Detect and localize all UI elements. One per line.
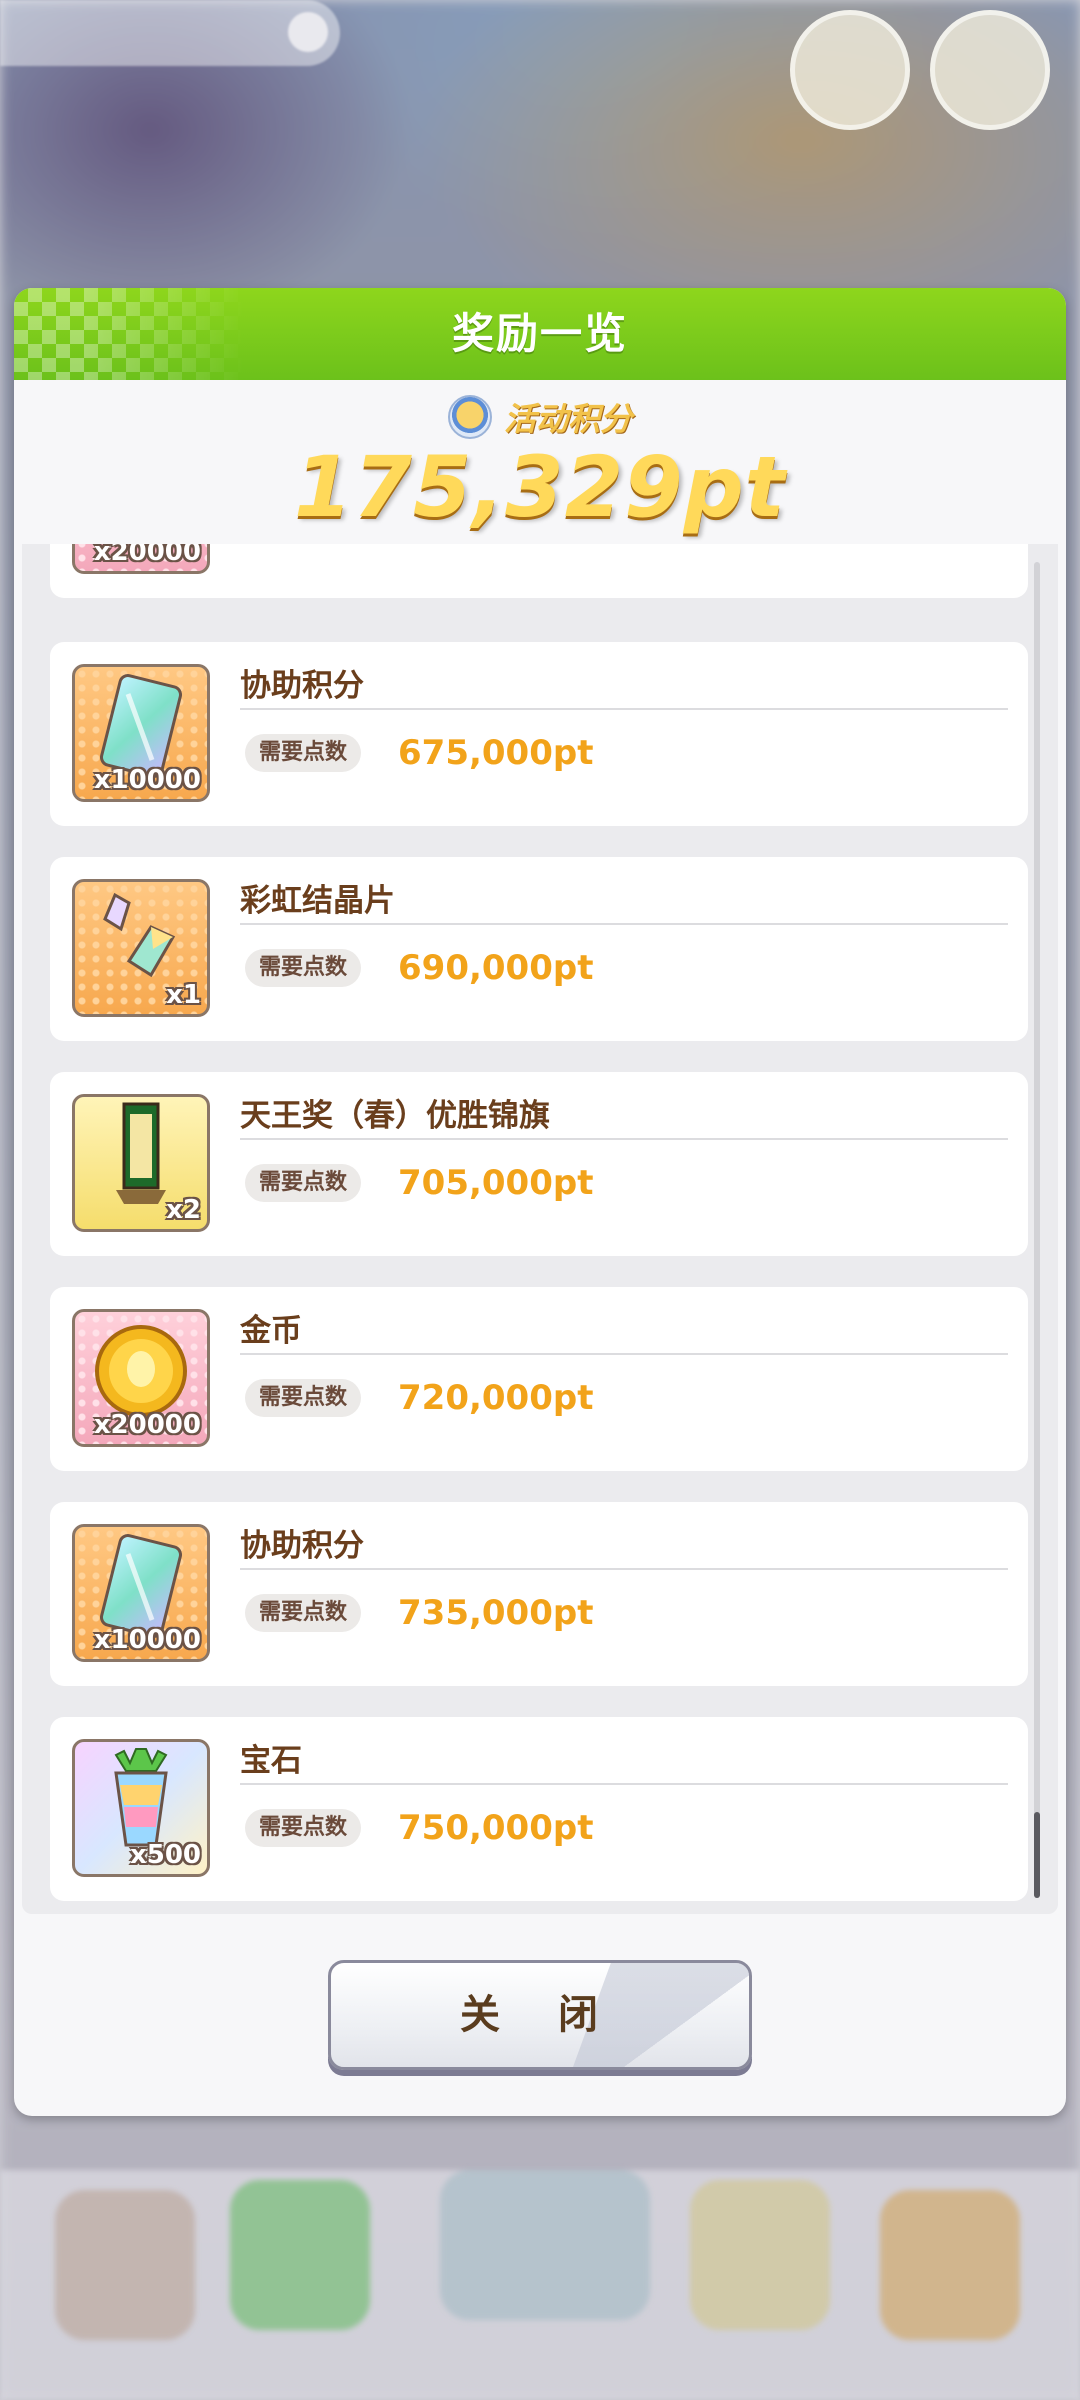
avatar bbox=[930, 10, 1050, 130]
item-thumbnail: x10000 bbox=[72, 664, 210, 802]
item-divider bbox=[240, 1568, 1008, 1570]
required-points-value: 675,000pt bbox=[398, 733, 594, 773]
item-thumbnail: x2 bbox=[72, 1094, 210, 1232]
required-points-badge: 需要点数 bbox=[245, 1164, 362, 1202]
required-points-badge: 需要点数 bbox=[245, 949, 362, 987]
item-quantity: x10000 bbox=[93, 1625, 201, 1655]
item-thumbnail: x20000 bbox=[72, 544, 210, 574]
scrollbar-thumb[interactable] bbox=[1034, 1812, 1040, 1898]
avatar bbox=[790, 10, 910, 130]
scrollbar-track[interactable] bbox=[1034, 562, 1040, 1898]
item-thumbnail: x20000 bbox=[72, 1309, 210, 1447]
list-item: x1 彩虹结晶片需要点数 690,000pt bbox=[50, 857, 1028, 1041]
close-button-label: 关 闭 bbox=[460, 1992, 620, 2038]
event-points-icon bbox=[447, 395, 492, 439]
item-name: 宝石 bbox=[240, 1743, 302, 1779]
list-item: x2 天王奖（春）优胜锦旗需要点数 705,000pt bbox=[50, 1072, 1028, 1256]
item-quantity: x2 bbox=[166, 1195, 201, 1225]
event-points-label-row: 活动积分 bbox=[14, 394, 1066, 440]
item-quantity: x500 bbox=[129, 1840, 201, 1870]
required-points-value: 690,000pt bbox=[398, 948, 594, 988]
item-divider bbox=[240, 1138, 1008, 1140]
item-name: 协助积分 bbox=[240, 1528, 364, 1564]
item-name: 协助积分 bbox=[240, 668, 364, 704]
item-divider bbox=[240, 1353, 1008, 1355]
item-name: 彩虹结晶片 bbox=[240, 883, 395, 919]
required-points-value: 720,000pt bbox=[398, 1378, 594, 1418]
item-divider bbox=[240, 708, 1008, 710]
event-points-value: 175,329pt bbox=[294, 438, 786, 536]
nav-item-icon bbox=[880, 2190, 1020, 2340]
required-points-badge: 需要点数 bbox=[245, 1809, 362, 1847]
nav-item-icon bbox=[55, 2190, 195, 2340]
item-divider bbox=[240, 923, 1008, 925]
nav-item-icon bbox=[440, 2170, 650, 2320]
dialog-title: 奖励一览 bbox=[451, 309, 628, 358]
item-quantity: x20000 bbox=[93, 1410, 201, 1440]
item-name: 金币 bbox=[240, 1313, 302, 1349]
list-item: x20000 金币需要点数 720,000pt bbox=[50, 1287, 1028, 1471]
required-points-badge: 需要点数 bbox=[245, 734, 362, 772]
item-quantity: x20000 bbox=[93, 544, 201, 567]
list-item: x20000 bbox=[50, 544, 1028, 598]
item-thumbnail: x10000 bbox=[72, 1524, 210, 1662]
list-item: x500 宝石需要点数 750,000pt bbox=[50, 1717, 1028, 1901]
item-divider bbox=[240, 1783, 1008, 1785]
required-points-value: 735,000pt bbox=[398, 1593, 594, 1633]
reward-list[interactable]: x20000 x10000 协助积分 需要点数 675,000pt x1 彩虹结晶片 需要点… bbox=[22, 544, 1058, 1914]
nav-item-icon bbox=[690, 2180, 830, 2330]
list-item: x10000 协助积分需要点数 675,000pt bbox=[50, 642, 1028, 826]
bottom-nav bbox=[0, 2170, 1080, 2400]
dialog-header: 奖励一览 bbox=[14, 288, 1066, 380]
required-points-badge: 需要点数 bbox=[245, 1594, 362, 1632]
info-icon bbox=[288, 12, 328, 52]
reward-list-dialog: 奖励一览 活动积分 175,329pt x20000 x10000 协助积分 需要点… bbox=[14, 288, 1066, 2116]
event-banner-pill bbox=[0, 0, 340, 66]
list-item: x10000 协助积分需要点数 735,000pt bbox=[50, 1502, 1028, 1686]
nav-item-icon bbox=[230, 2180, 370, 2330]
required-points-value: 705,000pt bbox=[398, 1163, 594, 1203]
item-name: 天王奖（春）优胜锦旗 bbox=[240, 1098, 550, 1134]
item-quantity: x1 bbox=[166, 980, 201, 1010]
item-thumbnail: x500 bbox=[72, 1739, 210, 1877]
close-button[interactable]: 关 闭 bbox=[328, 1960, 752, 2070]
item-thumbnail: x1 bbox=[72, 879, 210, 1017]
event-points-label: 活动积分 bbox=[503, 400, 632, 438]
item-quantity: x10000 bbox=[93, 765, 201, 795]
required-points-value: 750,000pt bbox=[398, 1808, 594, 1848]
required-points-badge: 需要点数 bbox=[245, 1379, 362, 1417]
